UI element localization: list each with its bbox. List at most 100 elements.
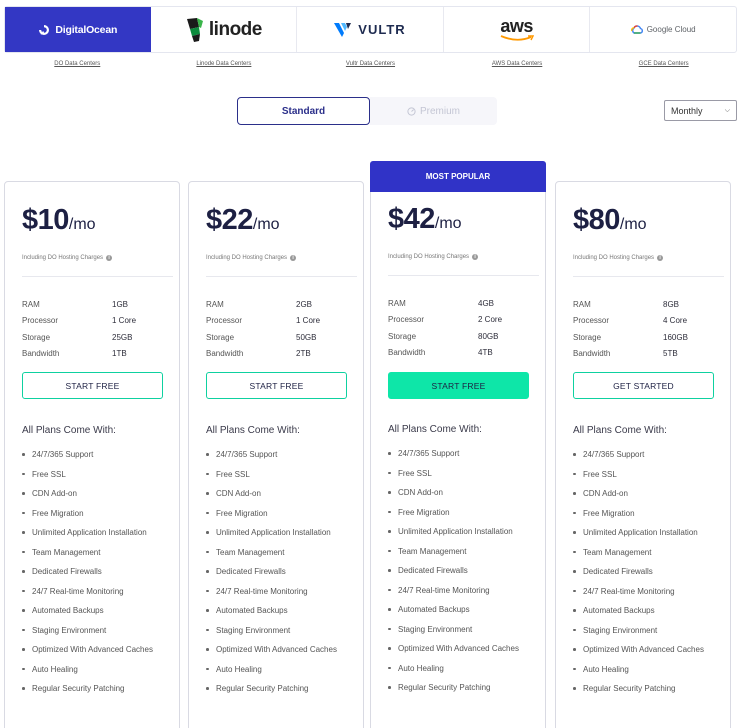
spec-value: 8GB xyxy=(663,299,680,309)
vultr-logo: VULTR xyxy=(334,22,405,38)
feature-item: 24/7/365 Support xyxy=(388,447,538,460)
spec-value: 2 Core xyxy=(478,315,503,325)
plan-cta-button[interactable]: START FREE xyxy=(388,372,529,399)
plan-specs: RAM 4GB Processor 2 Core Storage 80GB Bandw… xyxy=(388,295,508,361)
spec-label: Bandwidth xyxy=(206,349,244,359)
feature-item: Free SSL xyxy=(206,468,356,481)
provider-name: aws xyxy=(500,16,533,36)
spec-processor: Processor 1 Core xyxy=(206,313,326,330)
spec-label: Storage xyxy=(22,332,51,342)
feature-item: Optimized With Advanced Caches xyxy=(388,642,538,655)
plan-price: $22/mo xyxy=(206,204,280,237)
plan-specs: RAM 8GB Processor 4 Core Storage 160GB Band… xyxy=(573,296,693,362)
spec-bandwidth: Bandwidth 2TB xyxy=(206,346,326,363)
gce-data-centers-link[interactable]: GCE Data Centers xyxy=(590,61,737,67)
divider xyxy=(206,276,357,277)
feature-item: Free SSL xyxy=(388,467,538,480)
spec-processor: Processor 4 Core xyxy=(573,313,693,330)
spec-value: 80GB xyxy=(478,331,499,341)
provider-name: linode xyxy=(208,18,262,40)
feature-item: 24/7 Real-time Monitoring xyxy=(22,585,172,598)
divider xyxy=(388,275,539,276)
spec-bandwidth: Bandwidth 1TB xyxy=(22,346,142,363)
provider-tab-aws[interactable]: aws xyxy=(444,7,591,52)
plan-cta-button[interactable]: GET STARTED xyxy=(573,372,714,399)
feature-item: Staging Environment xyxy=(573,624,723,637)
spec-processor: Processor 1 Core xyxy=(22,313,142,330)
aws-icon xyxy=(500,35,534,41)
do-data-centers-link[interactable]: DO Data Centers xyxy=(4,61,151,67)
plan-price: $42/mo xyxy=(388,203,462,236)
premium-toggle-button[interactable]: Premium xyxy=(370,97,497,125)
plan-card-3: $42/mo Including DO Hosting Charges i RA… xyxy=(370,192,546,728)
billing-period-select[interactable]: Monthly ⌵ xyxy=(664,100,737,121)
provider-name: Google Cloud xyxy=(646,25,696,34)
feature-item: Free Migration xyxy=(388,506,538,519)
feature-item: 24/7/365 Support xyxy=(206,448,356,461)
feature-item: 24/7 Real-time Monitoring xyxy=(206,585,356,598)
digitalocean-logo: DigitalOcean xyxy=(38,24,117,36)
provider-tab-linode[interactable]: linode xyxy=(151,7,298,52)
feature-item: Optimized With Advanced Caches xyxy=(22,643,172,656)
provider-name: VULTR xyxy=(358,22,406,37)
feature-item: Staging Environment xyxy=(206,624,356,637)
spec-value: 1TB xyxy=(112,349,127,359)
chevron-down-icon: ⌵ xyxy=(724,106,730,114)
feature-item: Free Migration xyxy=(206,507,356,520)
plan-cta-button[interactable]: START FREE xyxy=(22,372,163,399)
spec-value: 5TB xyxy=(663,349,678,359)
provider-tab-digitalocean[interactable]: DigitalOcean xyxy=(5,7,151,52)
feature-item: Unlimited Application Installation xyxy=(22,526,172,539)
spec-label: Storage xyxy=(206,332,235,342)
data-center-links: DO Data Centers Linode Data Centers Vult… xyxy=(4,61,737,67)
feature-item: Regular Security Patching xyxy=(206,682,356,695)
spec-ram: RAM 2GB xyxy=(206,296,326,313)
spec-label: Storage xyxy=(388,331,417,341)
feature-item: Staging Environment xyxy=(388,623,538,636)
info-icon[interactable]: i xyxy=(657,255,664,261)
provider-tab-vultr[interactable]: VULTR xyxy=(297,7,444,52)
standard-toggle-button[interactable]: Standard xyxy=(237,97,370,125)
hosting-charges-note: Including DO Hosting Charges i xyxy=(388,254,479,260)
aws-data-centers-link[interactable]: AWS Data Centers xyxy=(444,61,591,67)
plan-cta-button[interactable]: START FREE xyxy=(206,372,347,399)
hosting-charges-note: Including DO Hosting Charges i xyxy=(573,255,664,261)
price-period: /mo xyxy=(68,216,96,233)
feature-list: 24/7/365 Support Free SSL CDN Add-on Free M… xyxy=(573,448,723,702)
price-amount: $22 xyxy=(206,204,253,236)
feature-item: Automated Backups xyxy=(388,603,538,616)
all-plans-heading: All Plans Come With: xyxy=(573,425,667,436)
charges-text: Including DO Hosting Charges xyxy=(388,254,470,260)
feature-item: Free SSL xyxy=(573,468,723,481)
google-cloud-icon xyxy=(630,25,643,34)
spec-value: 25GB xyxy=(112,332,133,342)
feature-item: CDN Add-on xyxy=(22,487,172,500)
spec-storage: Storage 80GB xyxy=(388,328,508,345)
info-icon[interactable]: i xyxy=(106,255,113,261)
spec-storage: Storage 50GB xyxy=(206,329,326,346)
provider-tab-google-cloud[interactable]: Google Cloud xyxy=(590,7,736,52)
provider-tabs: DigitalOcean linode VULTR aws Google Clo… xyxy=(4,6,737,53)
price-period: /mo xyxy=(619,216,647,233)
spec-storage: Storage 25GB xyxy=(22,329,142,346)
linode-logo: linode xyxy=(185,17,262,42)
vultr-data-centers-link[interactable]: Vultr Data Centers xyxy=(297,61,444,67)
spec-label: RAM xyxy=(206,299,224,309)
linode-data-centers-link[interactable]: Linode Data Centers xyxy=(151,61,298,67)
feature-item: Auto Healing xyxy=(573,663,723,676)
feature-item: Free Migration xyxy=(22,507,172,520)
divider xyxy=(573,276,724,277)
spec-value: 1 Core xyxy=(296,316,321,326)
all-plans-heading: All Plans Come With: xyxy=(388,424,482,435)
feature-list: 24/7/365 Support Free SSL CDN Add-on Free M… xyxy=(388,447,538,701)
feature-item: Auto Healing xyxy=(22,663,172,676)
plan-card-4: $80/mo Including DO Hosting Charges i RA… xyxy=(555,181,731,728)
feature-item: Team Management xyxy=(573,546,723,559)
spec-label: Processor xyxy=(206,316,243,326)
vultr-icon xyxy=(334,22,352,37)
spec-value: 1 Core xyxy=(112,316,137,326)
price-amount: $42 xyxy=(388,203,435,235)
spec-label: Processor xyxy=(573,316,610,326)
info-icon[interactable]: i xyxy=(472,254,479,260)
info-icon[interactable]: i xyxy=(290,255,297,261)
